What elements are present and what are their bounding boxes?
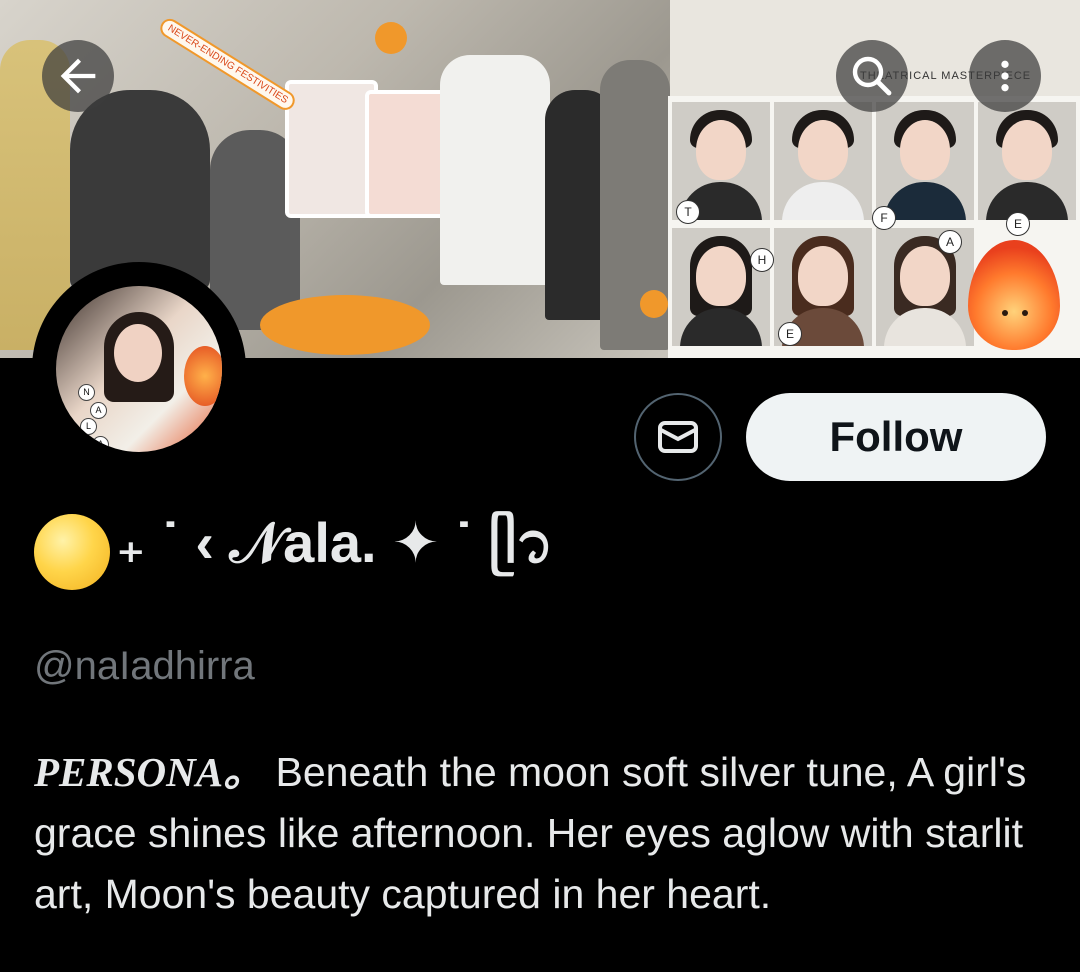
grid-letter-badge: E [778, 322, 802, 346]
grid-letter-badge: F [872, 206, 896, 230]
avatar-letter: A [92, 436, 109, 452]
avatar-letter: A [90, 402, 107, 419]
search-button[interactable] [836, 40, 908, 112]
more-options-button[interactable] [969, 40, 1041, 112]
username-handle: @naIadhirra [34, 644, 255, 688]
display-name: ₊ ˙ ‹ 𝒩ala. ✦ ˙ ᥫ᭡ [116, 510, 554, 574]
grid-photo [876, 102, 974, 220]
search-icon [852, 56, 892, 96]
grid-photo [978, 102, 1076, 220]
grid-letter-badge: E [1006, 212, 1030, 236]
avatar-fire-sticker [184, 346, 222, 406]
back-button[interactable] [42, 40, 114, 112]
mail-icon [658, 421, 698, 453]
bio-persona-label: PERSONA。 [34, 749, 265, 795]
avatar-face [114, 324, 162, 382]
avatar-letter: L [80, 418, 97, 435]
grid-photo [774, 102, 872, 220]
grid-letter-badge: H [750, 248, 774, 272]
banner-orange-shape [375, 22, 407, 54]
avatar[interactable]: N A L A [56, 286, 222, 452]
message-button[interactable] [634, 393, 722, 481]
follow-button[interactable]: Follow [746, 393, 1046, 481]
more-vertical-icon [1001, 60, 1009, 92]
display-name-row: ₊ ˙ ‹ 𝒩ala. ✦ ˙ ᥫ᭡ [34, 511, 554, 592]
profile-bio: PERSONA。 Beneath the moon soft silver tu… [34, 742, 1064, 925]
banner-orange-shape [260, 295, 430, 355]
arrow-left-icon [60, 58, 96, 94]
banner-figure [440, 55, 550, 285]
banner-orange-shape [640, 290, 668, 318]
grid-photo [672, 228, 770, 346]
moon-emoji-icon [34, 514, 110, 590]
avatar-border: N A L A [32, 262, 246, 476]
grid-letter-badge: T [676, 200, 700, 224]
avatar-letter: N [78, 384, 95, 401]
grid-letter-badge: A [938, 230, 962, 254]
banner-figure [70, 90, 210, 290]
